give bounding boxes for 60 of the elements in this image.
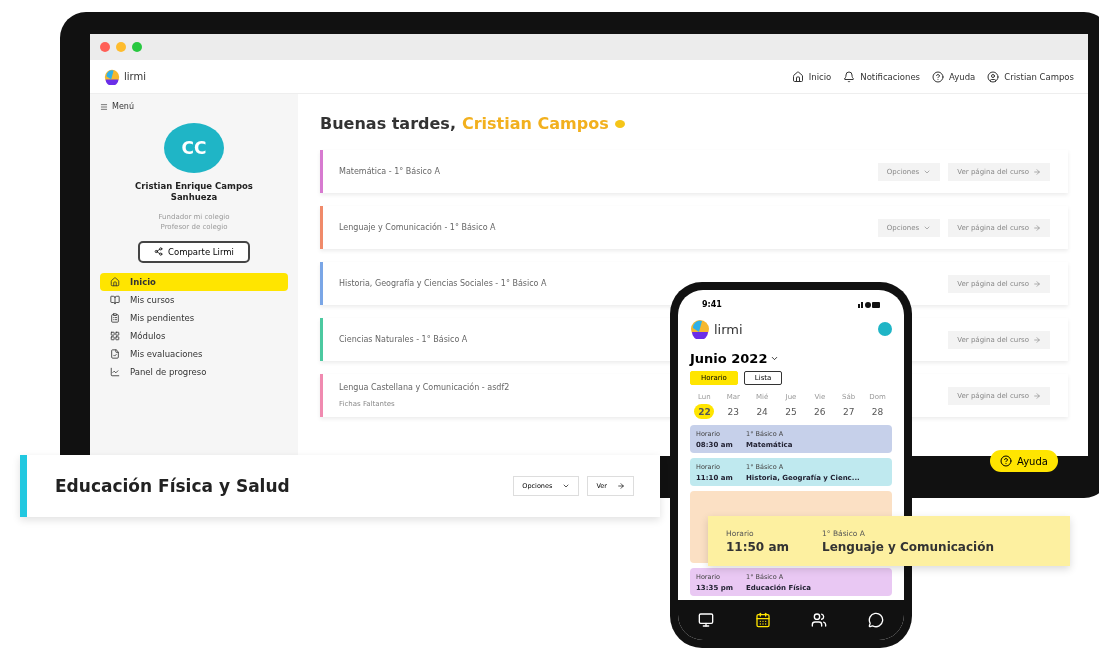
sidebar-item[interactable]: Mis evaluaciones: [100, 344, 288, 363]
greeting-text: Buenas tardes,: [320, 114, 456, 133]
chart-icon: [110, 366, 120, 377]
arrow-right-icon: [617, 482, 625, 490]
logo-icon: [690, 319, 710, 339]
help-icon: [1000, 455, 1012, 467]
arrow-right-icon: [1033, 167, 1041, 176]
arrow-right-icon: [1033, 391, 1041, 400]
course-title: Lenguaje y Comunicación - 1° Básico A: [339, 223, 496, 232]
day-button[interactable]: 22: [694, 404, 715, 419]
menu-icon: [100, 102, 108, 111]
day-button[interactable]: 23: [723, 404, 744, 419]
sidebar-item[interactable]: Mis pendientes: [100, 308, 288, 327]
home-icon: [110, 276, 120, 287]
logo-text: lirmi: [714, 321, 743, 337]
chevron-down-icon: [770, 354, 780, 363]
sidebar-item[interactable]: Módulos: [100, 326, 288, 345]
share-button[interactable]: Comparte Lirmi: [138, 240, 250, 263]
logo-text: lirmi: [124, 71, 146, 82]
help-icon: [932, 70, 945, 83]
month-title: Junio 2022: [690, 351, 768, 366]
status-icons: [858, 301, 880, 308]
nav-link[interactable]: Inicio: [791, 70, 832, 83]
arrow-right-icon: [1033, 335, 1041, 344]
course-title: Historia, Geografía y Ciencias Sociales - 1° Básico A: [339, 279, 547, 288]
sidebar-item[interactable]: Mis cursos: [100, 290, 288, 309]
nav-link[interactable]: Notificaciones: [843, 70, 921, 83]
event-time: 11:50 am: [726, 539, 790, 554]
avatar: CC: [164, 123, 224, 173]
day-button[interactable]: 24: [752, 404, 773, 419]
grid-icon: [110, 330, 120, 341]
greeting-name: Cristian Campos: [461, 114, 609, 133]
share-icon: [154, 247, 164, 257]
home-icon: [791, 70, 804, 83]
logo-icon: [104, 68, 120, 85]
course-title: Lengua Castellana y Comunicación - asdf2: [339, 383, 510, 392]
menu-toggle[interactable]: Menú: [100, 102, 134, 111]
day-button[interactable]: 27: [838, 404, 859, 419]
help-button[interactable]: Ayuda: [990, 450, 1058, 472]
sidebar-item[interactable]: Inicio: [100, 272, 288, 291]
clipboard-icon: [110, 312, 120, 323]
day-button[interactable]: 28: [867, 404, 888, 419]
arrow-right-icon: [1033, 223, 1041, 232]
day-button[interactable]: 26: [809, 404, 830, 419]
sidebar-item[interactable]: Panel de progreso: [100, 362, 288, 381]
course-title: Ciencias Naturales - 1° Básico A: [339, 335, 468, 344]
chevron-down-icon: [562, 482, 571, 490]
nav-link[interactable]: Ayuda: [932, 70, 976, 83]
arrow-right-icon: [1033, 279, 1041, 288]
status-time: 9:41: [702, 300, 722, 309]
day-button[interactable]: 25: [781, 404, 801, 419]
event-subject: Lenguaje y Comunicación: [822, 539, 995, 554]
bell-icon: [843, 70, 856, 83]
book-icon: [110, 294, 120, 305]
nav-link[interactable]: Cristian Campos: [987, 70, 1074, 83]
course-title: Matemática - 1° Básico A: [339, 167, 440, 176]
course-title: Educación Física y Salud: [55, 476, 290, 496]
user-name: Cristian Enrique Campos Sanhueza: [134, 181, 254, 204]
document-icon: [110, 348, 120, 359]
user-icon: [987, 70, 1000, 83]
